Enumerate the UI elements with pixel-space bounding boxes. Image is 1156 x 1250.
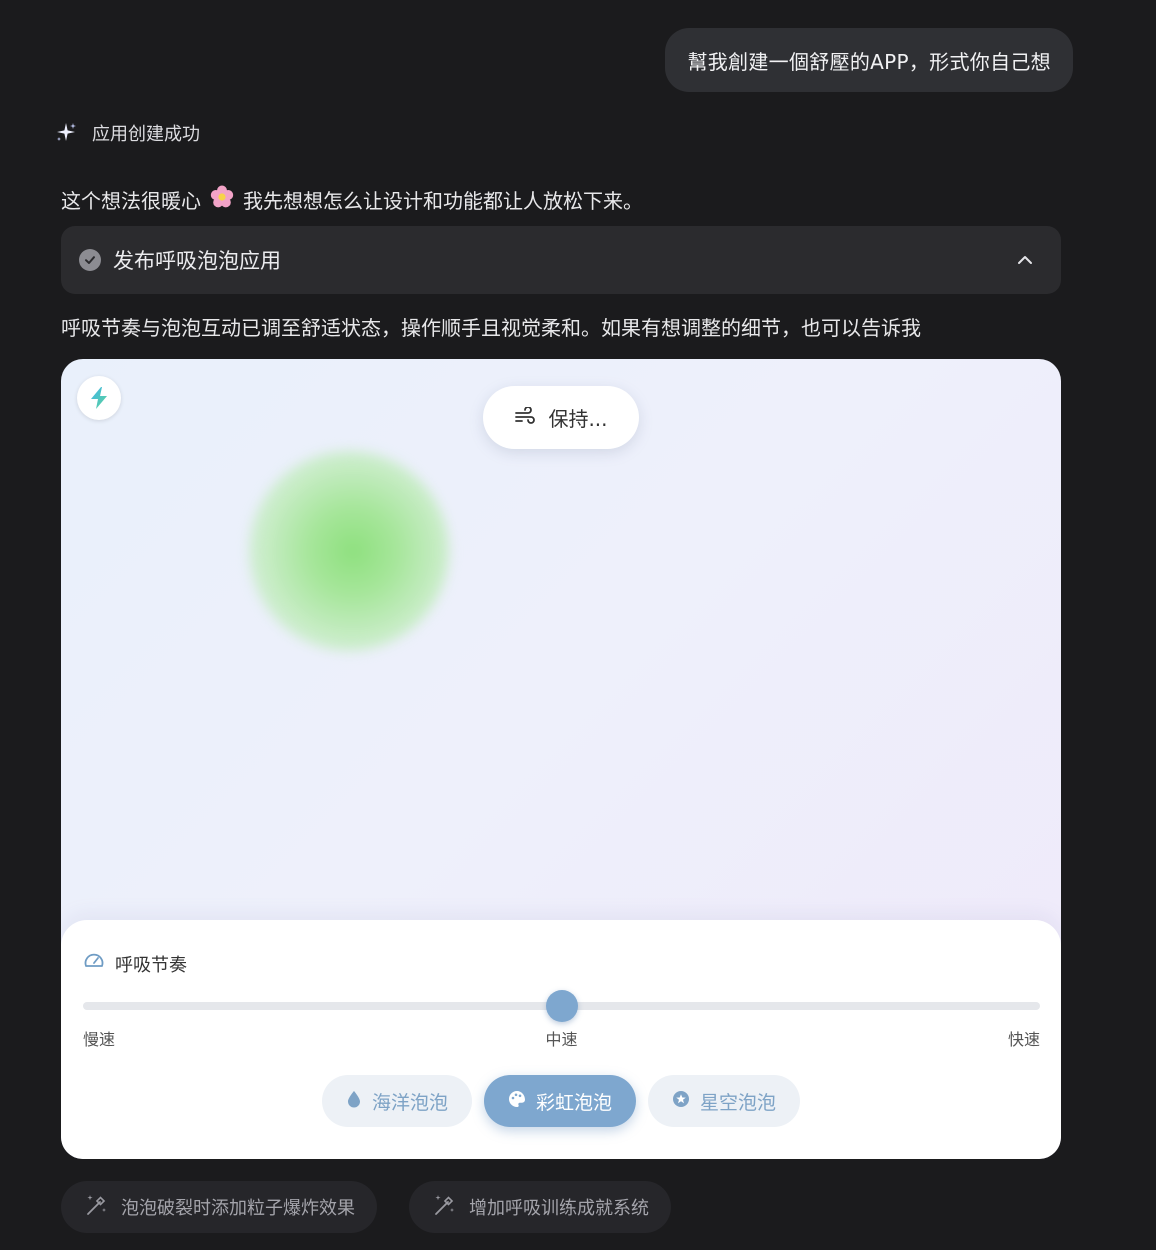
user-message-text: 幫我創建一個舒壓的APP，形式你自己想 — [687, 49, 1051, 74]
app-preview[interactable]: 保持... 呼吸节奏 慢速 中速 快速 海洋泡泡 彩虹泡泡 星空泡泡 — [61, 359, 1061, 1159]
magic-wand-icon — [431, 1192, 457, 1223]
user-message-bubble: 幫我創建一個舒壓的APP，形式你自己想 — [665, 28, 1073, 92]
suggestion-chip-particles[interactable]: 泡泡破裂时添加粒子爆炸效果 — [61, 1181, 377, 1233]
droplet-icon — [346, 1090, 362, 1113]
rhythm-title: 呼吸节奏 — [115, 954, 187, 976]
rhythm-slider-labels: 慢速 中速 快速 — [83, 1026, 1040, 1049]
control-panel: 呼吸节奏 慢速 中速 快速 海洋泡泡 彩虹泡泡 星空泡泡 — [61, 920, 1061, 1159]
theme-button-ocean[interactable]: 海洋泡泡 — [321, 1075, 472, 1127]
theme-label-rainbow: 彩虹泡泡 — [535, 1091, 612, 1114]
task-accordion[interactable]: 发布呼吸泡泡应用 — [61, 226, 1061, 294]
status-row: 应用创建成功 — [54, 120, 200, 146]
assistant-intro: 这个想法很暖心 🌸 我先想想怎么让设计和功能都让人放松下来。 — [61, 184, 643, 215]
suggestion-chip-achievements[interactable]: 增加呼吸训练成就系统 — [409, 1181, 671, 1233]
suggestion-chips: 泡泡破裂时添加粒子爆炸效果 增加呼吸训练成就系统 — [61, 1181, 671, 1233]
theme-button-rainbow[interactable]: 彩虹泡泡 — [483, 1075, 636, 1127]
breathing-bubble[interactable] — [249, 451, 449, 651]
slider-label-fast: 快速 — [1007, 1030, 1040, 1049]
slider-label-medium: 中速 — [545, 1030, 578, 1049]
sparkle-icon — [54, 121, 78, 145]
magic-wand-icon — [83, 1192, 109, 1223]
wind-icon — [514, 405, 536, 430]
status-text: 应用创建成功 — [92, 124, 200, 145]
theme-label-starry: 星空泡泡 — [700, 1091, 777, 1114]
assistant-summary: 呼吸节奏与泡泡互动已调至舒适状态，操作顺手且视觉柔和。如果有想调整的细节，也可以… — [61, 316, 921, 340]
intro-text-before: 这个想法很暖心 — [61, 189, 201, 213]
theme-button-starry[interactable]: 星空泡泡 — [648, 1075, 801, 1127]
star-icon — [672, 1090, 690, 1113]
breath-phase-pill: 保持... — [483, 386, 639, 449]
theme-label-ocean: 海洋泡泡 — [371, 1091, 448, 1114]
suggestion-label-particles: 泡泡破裂时添加粒子爆炸效果 — [121, 1198, 355, 1219]
breath-phase-label: 保持... — [548, 407, 608, 431]
speedometer-icon — [83, 950, 105, 977]
palette-icon — [508, 1090, 526, 1113]
suggestion-label-achievements: 增加呼吸训练成就系统 — [469, 1198, 649, 1219]
rhythm-slider-thumb[interactable] — [545, 990, 578, 1022]
intro-text-after: 我先想想怎么让设计和功能都让人放松下来。 — [243, 189, 643, 213]
slider-label-slow: 慢速 — [83, 1030, 116, 1049]
rhythm-header: 呼吸节奏 — [83, 950, 187, 977]
bolt-icon[interactable] — [77, 376, 121, 420]
chevron-up-icon[interactable] — [1013, 248, 1037, 272]
theme-selector: 海洋泡泡 彩虹泡泡 星空泡泡 — [61, 1075, 1061, 1127]
accordion-title: 发布呼吸泡泡应用 — [113, 249, 281, 273]
flower-emoji: 🌸 — [209, 184, 235, 215]
check-circle-icon — [79, 249, 101, 271]
